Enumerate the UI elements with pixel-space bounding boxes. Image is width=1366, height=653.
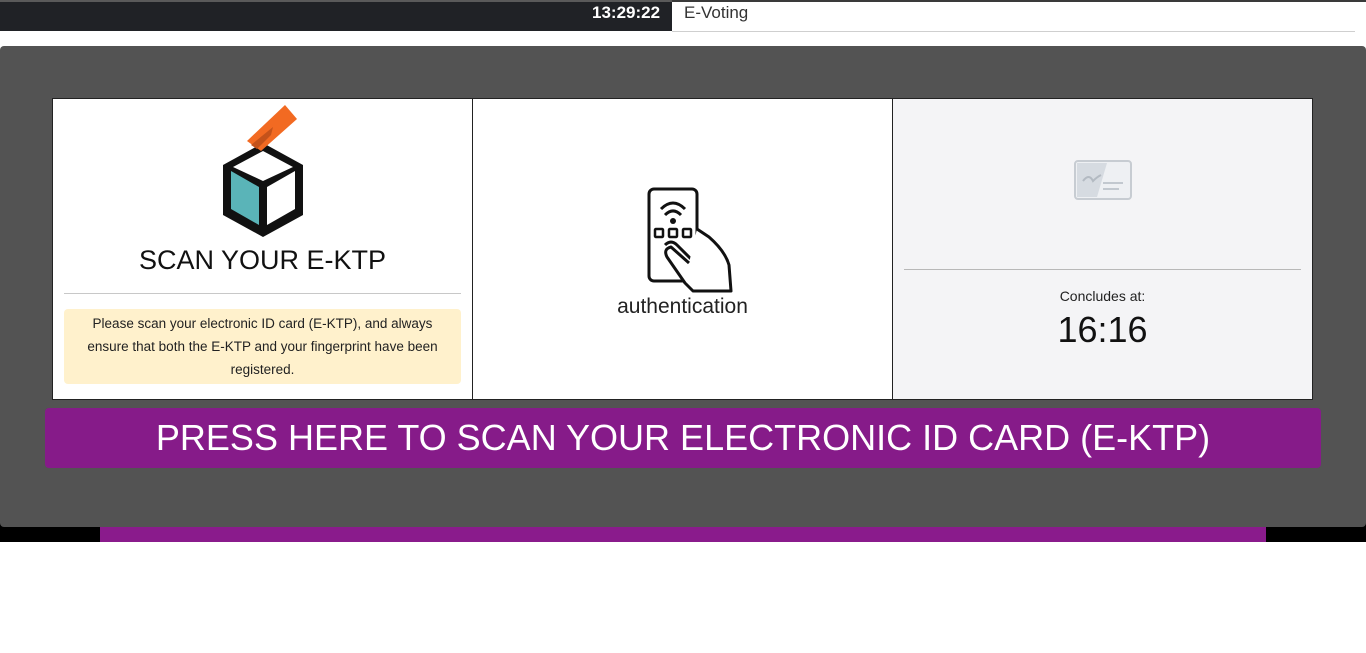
scan-notice: Please scan your electronic ID card (E-K… [64,309,461,384]
id-card-icon [1074,160,1132,200]
top-bar: 13:29:22 E-Voting [0,0,1366,32]
ballot-box-icon [223,105,303,237]
auth-label: authentication [617,295,748,318]
card-row: SCAN YOUR E-KTP Please scan your electro… [52,98,1314,400]
divider [904,269,1301,270]
main-panel: SCAN YOUR E-KTP Please scan your electro… [0,46,1366,527]
concludes-label: Concludes at: [1059,288,1146,304]
scan-title: SCAN YOUR E-KTP [138,245,387,275]
scan-ektp-button[interactable]: PRESS HERE TO SCAN YOUR ELECTRONIC ID CA… [45,408,1321,468]
nfc-card-hand-icon [647,187,733,293]
status-card: Concludes at: 16:16 [892,98,1313,400]
top-bar-divider [672,31,1355,32]
app-title: E-Voting [684,3,749,22]
scan-card: SCAN YOUR E-KTP Please scan your electro… [52,98,473,400]
auth-card: authentication [472,98,893,400]
top-bar-edge [672,0,1366,2]
divider [64,293,461,294]
clock: 13:29:22 [592,3,661,22]
concludes-time: 16:16 [1057,309,1148,350]
clock-area [0,0,672,31]
